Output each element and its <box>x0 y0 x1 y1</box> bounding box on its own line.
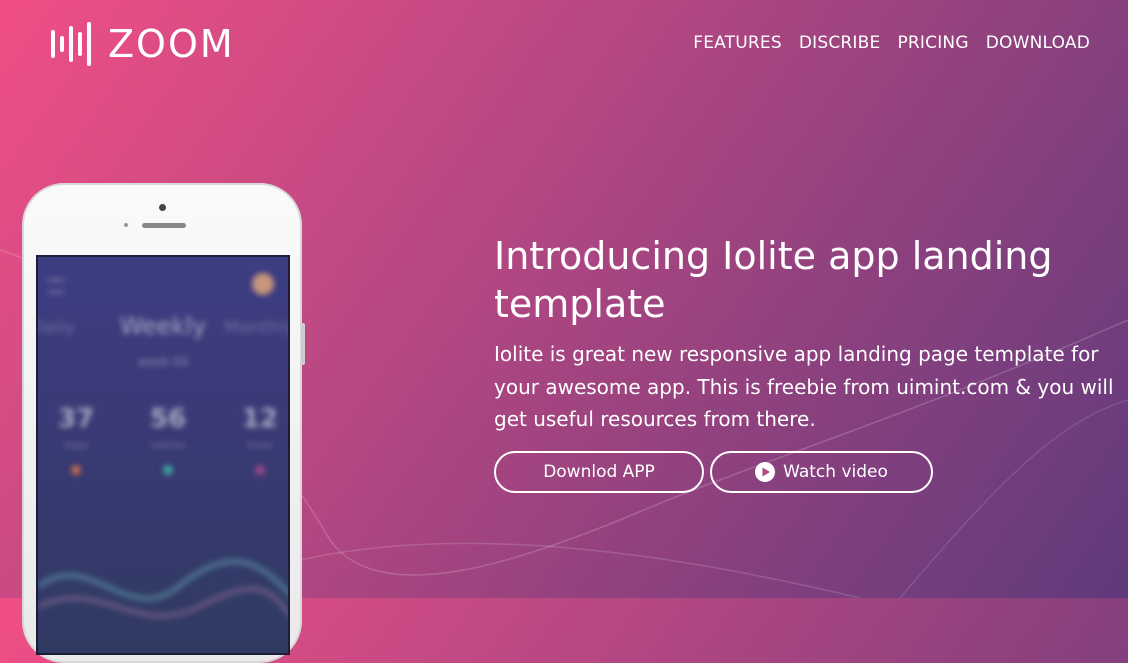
phone-camera <box>159 204 166 211</box>
screen-stat: 56 calories <box>150 405 186 475</box>
screen-tab-right: Monthly <box>223 317 290 338</box>
screen-subtitle: week 04 <box>137 355 189 369</box>
phone-sensor <box>124 223 128 227</box>
sound-bars-icon <box>51 22 91 66</box>
download-app-button[interactable]: Downlod APP <box>494 451 704 493</box>
download-app-label: Downlod APP <box>543 462 655 482</box>
hero-description: Iolite is great new responsive app landi… <box>494 342 1114 431</box>
stat-label: calories <box>150 441 186 451</box>
play-circle-icon <box>755 462 776 482</box>
stat-dot <box>71 465 82 475</box>
phone-screen: Daily Weekly Monthly week 04 37 steps 56… <box>36 255 290 655</box>
screen-stat: 37 steps <box>58 405 94 475</box>
nav-discribe[interactable]: DISCRIBE <box>799 33 881 53</box>
main-nav: FEATURES DISCRIBE PRICING DOWNLOAD <box>693 33 1090 53</box>
watch-video-label: Watch video <box>783 462 888 482</box>
screen-wave-graph <box>38 558 288 619</box>
hero-actions: Downlod APP Watch video <box>494 451 933 493</box>
brand-logo[interactable]: ZOOM <box>50 22 235 66</box>
nav-features[interactable]: FEATURES <box>693 33 782 53</box>
hero-section: Introducing Iolite app landing template … <box>494 232 1114 436</box>
avatar <box>252 273 274 295</box>
stat-dot <box>254 465 265 475</box>
stat-label: steps <box>64 441 89 451</box>
phone-speaker <box>142 223 186 228</box>
stat-value: 56 <box>149 404 187 434</box>
stat-label: hours <box>247 441 273 451</box>
stat-value: 12 <box>241 404 278 434</box>
stat-dot <box>163 465 173 475</box>
brand-name: ZOOM <box>108 22 235 66</box>
screen-stat: 12 hours <box>242 405 278 475</box>
hero-title: Introducing Iolite app landing template <box>494 234 1053 326</box>
phone-side-button <box>301 323 305 365</box>
screen-stats: 37 steps 56 calories 12 hours <box>58 405 278 475</box>
menu-icon <box>48 279 64 293</box>
phone-mockup: Daily Weekly Monthly week 04 37 steps 56… <box>22 183 305 663</box>
nav-pricing[interactable]: PRICING <box>897 33 968 53</box>
nav-download[interactable]: DOWNLOAD <box>986 33 1090 53</box>
stat-value: 37 <box>58 404 95 434</box>
watch-video-button[interactable]: Watch video <box>710 451 933 493</box>
